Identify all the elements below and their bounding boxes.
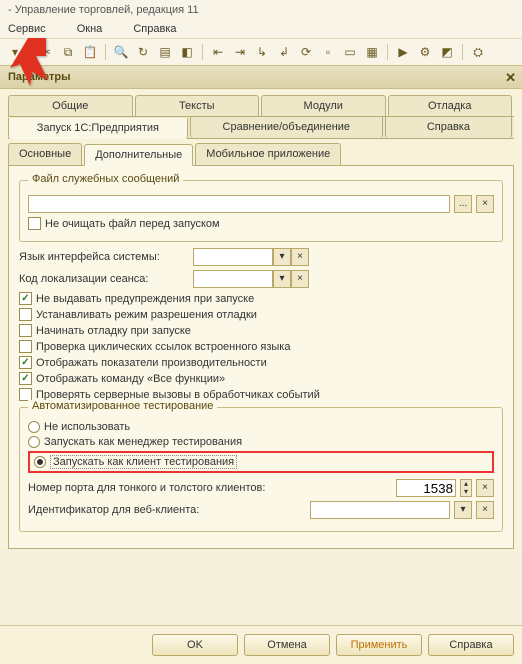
locale-clear-button[interactable]: × [291, 270, 309, 288]
locale-label: Код локализации сеанса: [19, 273, 189, 285]
browse-button[interactable]: ... [454, 195, 472, 213]
service-file-input[interactable] [28, 195, 450, 213]
cancel-button[interactable]: Отмена [244, 634, 330, 656]
tab-content: Файл служебных сообщений ... × Не очищат… [8, 166, 514, 549]
chk-dont-clear-label: Не очищать файл перед запуском [45, 218, 220, 230]
tab-mobile[interactable]: Мобильное приложение [195, 143, 341, 165]
chk-start-debug-label: Начинать отладку при запуске [36, 325, 191, 337]
tab-debug[interactable]: Отладка [388, 95, 513, 116]
menu-bar: Сервис Окна Справка [0, 20, 522, 39]
lang-label: Язык интерфейса системы: [19, 251, 189, 263]
toolbar-grid-icon[interactable]: ▦ [363, 43, 381, 61]
locale-input[interactable] [193, 270, 273, 288]
webid-label: Идентификатор для веб-клиента: [28, 504, 306, 516]
chk-all-func-label: Отображать команду «Все функции» [36, 373, 225, 385]
toolbar-new-icon[interactable]: ▫ [319, 43, 337, 61]
tab-texts[interactable]: Тексты [135, 95, 260, 116]
port-clear-button[interactable]: × [476, 479, 494, 497]
toolbar-copy-icon[interactable]: ⧉ [59, 43, 77, 61]
chk-no-warnings[interactable] [19, 292, 32, 305]
port-spinner[interactable]: ▴▾ [460, 479, 472, 497]
help-button[interactable]: Справка [428, 634, 514, 656]
tabs-mid: Запуск 1С:Предприятия Сравнение/объедине… [8, 116, 514, 139]
toolbar-book-icon[interactable]: ▤ [156, 43, 174, 61]
toolbar: ▾ ✂ ⧉ 📋 🔍 ↻ ▤ ◧ ⇤ ⇥ ↳ ↲ ⟳ ▫ ▭ ▦ ▶ ⚙ ◩ ⛭ [0, 39, 522, 65]
radio-none[interactable] [28, 421, 40, 433]
toolbar-find-icon[interactable]: 🔍 [112, 43, 130, 61]
locale-dropdown-icon[interactable]: ▾ [273, 270, 291, 288]
chk-debug-perm[interactable] [19, 308, 32, 321]
toolbar-tools-icon[interactable]: ⛭ [469, 43, 487, 61]
chk-perf-label: Отображать показатели производительности [36, 357, 267, 369]
chk-no-warnings-label: Не выдавать предупреждения при запуске [36, 293, 254, 305]
group-auto-test: Автоматизированное тестирование Не испол… [19, 407, 503, 532]
lang-dropdown-icon[interactable]: ▾ [273, 248, 291, 266]
port-input[interactable] [396, 479, 456, 497]
toolbar-gear-icon[interactable]: ⚙ [416, 43, 434, 61]
group-service-files-legend: Файл служебных сообщений [28, 173, 183, 185]
highlight-box: Запускать как клиент тестирования [28, 451, 494, 473]
toolbar-paste-icon[interactable]: 📋 [81, 43, 99, 61]
ok-button[interactable]: OK [152, 634, 238, 656]
tabs-sub: Основные Дополнительные Мобильное прилож… [8, 143, 514, 166]
webid-clear-button[interactable]: × [476, 501, 494, 519]
chk-cyclic-label: Проверка циклических ссылок встроенного … [36, 341, 290, 353]
menu-windows[interactable]: Окна [77, 23, 117, 35]
tab-general[interactable]: Общие [8, 95, 133, 116]
toolbar-run-icon[interactable]: ▶ [394, 43, 412, 61]
tabs-top: Общие Тексты Модули Отладка [8, 95, 514, 117]
panel-header: Параметры ✕ [0, 65, 522, 89]
toolbar-db-icon[interactable]: ◧ [178, 43, 196, 61]
chk-server-calls-label: Проверять серверные вызовы в обработчика… [36, 389, 320, 401]
footer: OK Отмена Применить Справка [0, 625, 522, 664]
tab-compare[interactable]: Сравнение/объединение [190, 117, 383, 138]
webid-dropdown-icon[interactable]: ▾ [454, 501, 472, 519]
tab-main[interactable]: Основные [8, 143, 82, 165]
radio-manager-label: Запускать как менеджер тестирования [44, 436, 242, 448]
webid-input[interactable] [310, 501, 450, 519]
lang-input[interactable] [193, 248, 273, 266]
toolbar-doc-icon[interactable]: ▭ [341, 43, 359, 61]
group-service-files: Файл служебных сообщений ... × Не очищат… [19, 180, 503, 242]
toolbar-prefs-icon[interactable]: ◩ [438, 43, 456, 61]
radio-client[interactable] [34, 456, 46, 468]
menu-help[interactable]: Справка [133, 23, 190, 35]
chk-debug-perm-label: Устанавливать режим разрешения отладки [36, 309, 257, 321]
lang-clear-button[interactable]: × [291, 248, 309, 266]
toolbar-refresh-icon[interactable]: ↻ [134, 43, 152, 61]
menu-service[interactable]: Сервис [8, 23, 60, 35]
toolbar-restart-icon[interactable]: ⟳ [297, 43, 315, 61]
tab-launch[interactable]: Запуск 1С:Предприятия [8, 118, 188, 139]
radio-none-label: Не использовать [44, 421, 130, 433]
toolbar-back-icon[interactable]: ⇤ [209, 43, 227, 61]
chk-cyclic[interactable] [19, 340, 32, 353]
tab-help2[interactable]: Справка [385, 117, 512, 138]
title-bar: - Управление торговлей, редакция 11 [0, 0, 522, 20]
radio-client-label: Запускать как клиент тестирования [50, 455, 237, 469]
toolbar-step-icon[interactable]: ↳ [253, 43, 271, 61]
close-icon[interactable]: ✕ [505, 70, 516, 86]
red-arrow-callout [6, 36, 50, 95]
toolbar-step2-icon[interactable]: ↲ [275, 43, 293, 61]
chk-perf[interactable] [19, 356, 32, 369]
chk-all-func[interactable] [19, 372, 32, 385]
radio-manager[interactable] [28, 436, 40, 448]
tab-additional[interactable]: Дополнительные [84, 144, 193, 166]
chk-start-debug[interactable] [19, 324, 32, 337]
chk-dont-clear[interactable] [28, 217, 41, 230]
apply-button[interactable]: Применить [336, 634, 422, 656]
clear-file-button[interactable]: × [476, 195, 494, 213]
toolbar-fwd-icon[interactable]: ⇥ [231, 43, 249, 61]
tab-modules[interactable]: Модули [261, 95, 386, 116]
port-label: Номер порта для тонкого и толстого клиен… [28, 482, 392, 494]
group-auto-test-legend: Автоматизированное тестирование [28, 400, 217, 412]
